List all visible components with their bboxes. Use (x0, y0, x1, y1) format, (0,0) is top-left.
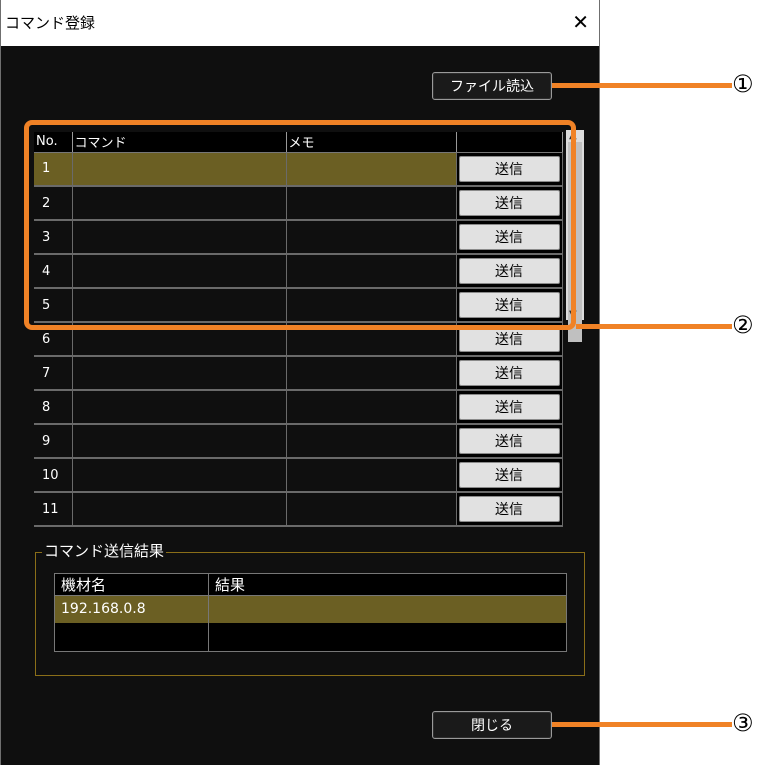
send-cell: 送信 (456, 356, 563, 391)
column-header-device: 機材名 (54, 573, 209, 596)
send-cell: 送信 (456, 424, 563, 459)
window-title: コマンド登録 (5, 14, 96, 32)
send-cell: 送信 (456, 390, 563, 425)
callout-highlight-box (24, 120, 576, 330)
command-cell[interactable] (72, 390, 287, 425)
result-row[interactable]: 192.168.0.8 (54, 595, 567, 623)
command-cell[interactable] (72, 356, 287, 391)
memo-cell[interactable] (286, 492, 457, 527)
command-row-number: 10 (34, 458, 73, 493)
send-button[interactable]: 送信 (458, 496, 560, 522)
command-row[interactable]: 11 送信 (34, 492, 563, 527)
title-bar: コマンド登録 ✕ (1, 0, 599, 46)
send-button[interactable]: 送信 (458, 394, 560, 420)
callout-marker-2: ② (732, 311, 754, 339)
result-device-cell: 192.168.0.8 (54, 595, 209, 623)
result-value-cell (208, 595, 567, 623)
callout-line-3 (552, 722, 732, 727)
memo-cell[interactable] (286, 356, 457, 391)
callout-line-2 (576, 324, 732, 329)
memo-cell[interactable] (286, 390, 457, 425)
result-table-header: 機材名 結果 (54, 573, 567, 596)
send-cell: 送信 (456, 492, 563, 527)
result-table: 機材名 結果 192.168.0.8 (54, 573, 567, 652)
command-row-number: 8 (34, 390, 73, 425)
result-empty-cell (208, 622, 567, 652)
send-button[interactable]: 送信 (458, 428, 560, 454)
send-button[interactable]: 送信 (458, 462, 560, 488)
command-row-number: 11 (34, 492, 73, 527)
result-empty-row (54, 622, 567, 652)
command-cell[interactable] (72, 424, 287, 459)
memo-cell[interactable] (286, 458, 457, 493)
command-result-group-label: コマンド送信結果 (42, 540, 167, 561)
callout-line-1 (552, 83, 732, 88)
send-button[interactable]: 送信 (458, 360, 560, 386)
send-cell: 送信 (456, 458, 563, 493)
close-icon[interactable]: ✕ (572, 10, 589, 34)
memo-cell[interactable] (286, 424, 457, 459)
callout-marker-1: ① (732, 70, 754, 98)
command-row-number: 9 (34, 424, 73, 459)
command-row[interactable]: 7 送信 (34, 356, 563, 391)
command-row-number: 7 (34, 356, 73, 391)
load-file-button[interactable]: ファイル読込 (432, 72, 552, 100)
command-row[interactable]: 8 送信 (34, 390, 563, 425)
result-empty-cell (54, 622, 209, 652)
callout-marker-3: ③ (732, 709, 754, 737)
command-row[interactable]: 9 送信 (34, 424, 563, 459)
close-button[interactable]: 閉じる (432, 711, 552, 739)
command-cell[interactable] (72, 458, 287, 493)
command-row[interactable]: 10 送信 (34, 458, 563, 493)
column-header-result: 結果 (208, 573, 567, 596)
command-cell[interactable] (72, 492, 287, 527)
